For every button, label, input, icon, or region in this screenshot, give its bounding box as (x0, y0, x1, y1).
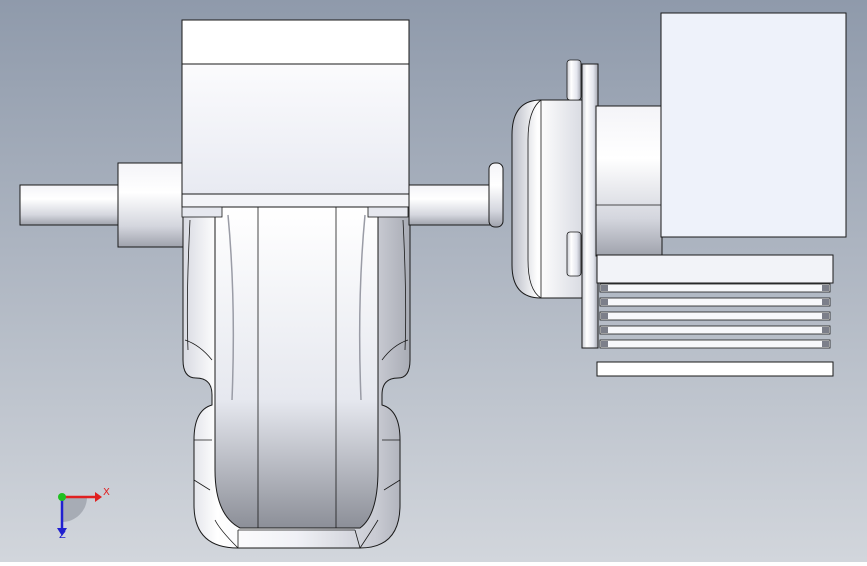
gear-wheel-band[interactable] (214, 206, 379, 529)
gearbox-top-block[interactable] (181, 19, 410, 218)
triad-x-label: X (103, 487, 110, 498)
motor-body[interactable] (660, 12, 847, 238)
triad-z-label: Z (59, 530, 66, 541)
y-axis-dot-icon (58, 493, 66, 501)
cad-viewport[interactable]: X Z (0, 0, 867, 562)
model-canvas[interactable] (0, 0, 867, 562)
